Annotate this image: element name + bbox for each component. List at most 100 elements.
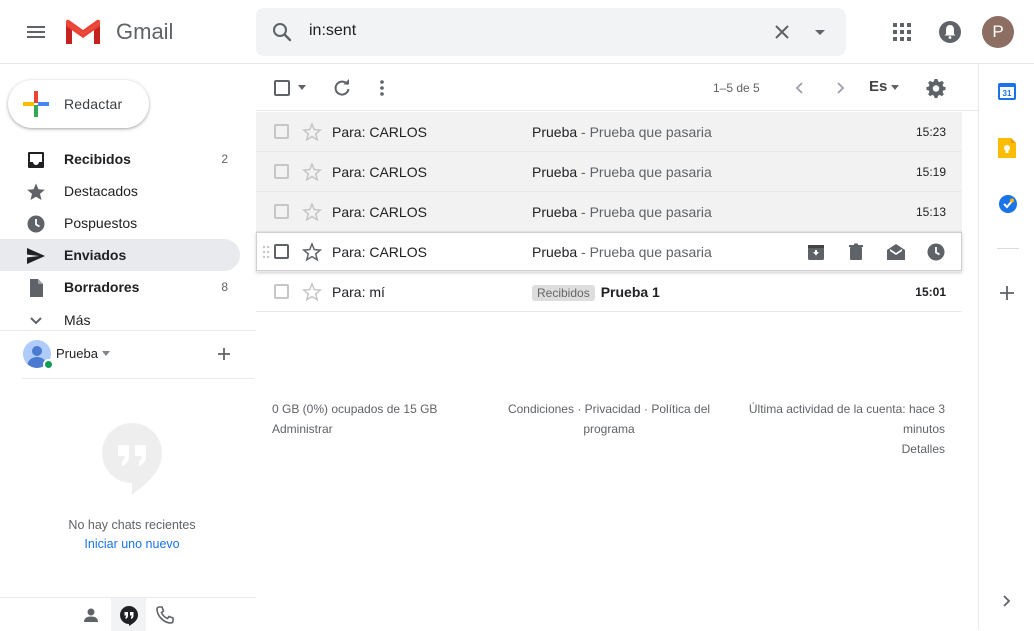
no-chats-message: No hay chats recientes: [68, 518, 196, 532]
message-subject: Prueba 1: [600, 284, 660, 300]
message-row[interactable]: Para: CARLOS Prueba - Prueba que pasaria…: [256, 112, 962, 152]
sidebar-item-starred[interactable]: Destacados: [0, 175, 240, 207]
message-time: 15:01: [915, 285, 946, 299]
delete-trash-icon[interactable]: [846, 242, 866, 262]
chat-user-name[interactable]: Prueba: [56, 346, 98, 361]
status-caret-icon[interactable]: [102, 351, 110, 356]
refresh-icon[interactable]: [332, 78, 352, 98]
more-vert-icon[interactable]: [372, 78, 392, 98]
hangouts-bottom-bar: [0, 597, 256, 631]
new-chat-plus-icon[interactable]: [216, 346, 232, 362]
message-sender: Para: CARLOS: [332, 204, 427, 220]
input-language-button[interactable]: Es: [869, 78, 887, 95]
start-chat-link[interactable]: Iniciar uno nuevo: [0, 537, 264, 551]
row-checkbox[interactable]: [274, 244, 289, 259]
phone-icon[interactable]: [156, 606, 174, 624]
message-snippet: - Prueba que pasaria: [577, 244, 712, 260]
message-row-hovered[interactable]: Para: CARLOS Prueba - Prueba que pasaria: [256, 232, 962, 272]
message-snippet: - Prueba que pasaria: [577, 204, 712, 220]
apps-grid-icon[interactable]: [890, 20, 914, 44]
drag-handle-icon[interactable]: [262, 245, 270, 259]
star-outline-icon[interactable]: [302, 202, 322, 222]
unread-count: 2: [221, 152, 228, 166]
search-bar[interactable]: in:sent: [256, 8, 846, 56]
notifications-bell-icon[interactable]: [937, 19, 963, 45]
contacts-person-icon[interactable]: [82, 606, 100, 624]
message-subject-line: Prueba - Prueba que pasaria: [532, 204, 712, 220]
chevron-left-icon[interactable]: [792, 80, 808, 96]
star-outline-icon[interactable]: [302, 282, 322, 302]
message-sender: Para: mí: [332, 284, 385, 300]
activity-details-link[interactable]: Detalles: [728, 439, 945, 459]
search-options-caret-icon[interactable]: [808, 20, 832, 44]
message-sender: Para: CARLOS: [332, 244, 427, 260]
star-outline-icon[interactable]: [302, 162, 322, 182]
sidebar-item-sent[interactable]: Enviados: [0, 239, 240, 271]
message-subject: Prueba: [532, 164, 578, 180]
message-row[interactable]: Para: CARLOS Prueba - Prueba que pasaria…: [256, 152, 962, 192]
gmail-logo[interactable]: Gmail: [64, 14, 173, 50]
language-caret-icon[interactable]: [891, 85, 899, 90]
draft-icon: [30, 279, 43, 297]
message-time: 15:19: [915, 165, 946, 179]
message-sender: Para: CARLOS: [332, 124, 427, 140]
drafts-count: 8: [221, 280, 228, 294]
select-all-checkbox[interactable]: [274, 80, 290, 96]
row-checkbox[interactable]: [274, 284, 289, 299]
message-row[interactable]: Para: mí Recibidos Prueba 1 15:01: [256, 272, 962, 312]
chevron-right-icon[interactable]: [999, 594, 1013, 608]
row-checkbox[interactable]: [274, 164, 289, 179]
send-icon: [27, 248, 45, 264]
sidebar-item-inbox[interactable]: Recibidos 2: [0, 143, 240, 175]
last-activity-text: Última actividad de la cuenta: hace 3 mi…: [748, 402, 945, 436]
keep-notes-icon[interactable]: [998, 138, 1016, 158]
message-snippet: - Prueba que pasaria: [577, 164, 712, 180]
sidebar-item-drafts[interactable]: Borradores 8: [0, 271, 240, 303]
main-menu-button[interactable]: [20, 16, 52, 48]
message-row[interactable]: Para: CARLOS Prueba - Prueba que pasaria…: [256, 192, 962, 232]
conversations-tab[interactable]: [111, 598, 146, 631]
inbox-icon: [28, 152, 44, 168]
star-icon: [27, 183, 45, 200]
select-options-caret-icon[interactable]: [298, 85, 306, 90]
message-time: 15:23: [915, 125, 946, 139]
account-avatar[interactable]: P: [982, 16, 1014, 48]
search-input[interactable]: in:sent: [309, 22, 356, 40]
sidebar-item-more[interactable]: Más: [0, 304, 240, 336]
message-subject-line: Prueba - Prueba que pasaria: [532, 124, 712, 140]
compose-button[interactable]: Redactar: [8, 80, 149, 128]
star-outline-icon[interactable]: [302, 122, 322, 142]
footer-links: Condiciones · Privacidad · Política del …: [507, 402, 711, 436]
gear-icon[interactable]: [926, 78, 946, 98]
row-checkbox[interactable]: [274, 124, 289, 139]
get-addons-plus-icon[interactable]: [998, 284, 1016, 302]
clear-search-icon[interactable]: [770, 20, 794, 44]
gmail-m-logo-icon: [66, 19, 100, 44]
privacy-link[interactable]: Privacidad: [585, 402, 641, 416]
account-activity: Última actividad de la cuenta: hace 3 mi…: [728, 399, 945, 459]
terms-link[interactable]: Condiciones: [508, 402, 574, 416]
chevron-right-icon[interactable]: [832, 80, 848, 96]
star-outline-icon[interactable]: [302, 242, 322, 262]
logo-text: Gmail: [116, 19, 174, 44]
message-subject-line: Prueba - Prueba que pasaria: [532, 164, 712, 180]
tasks-icon[interactable]: [998, 194, 1018, 214]
manage-storage-link[interactable]: Administrar: [272, 419, 437, 439]
sidebar-item-label: Enviados: [64, 247, 127, 263]
online-status-dot: [43, 359, 54, 370]
side-panel: 31: [978, 64, 1034, 630]
message-sender: Para: CARLOS: [332, 164, 427, 180]
sidebar-item-snoozed[interactable]: Pospuestos: [0, 207, 240, 239]
archive-icon[interactable]: [806, 242, 826, 262]
compose-label: Redactar: [64, 96, 123, 112]
message-time: 15:13: [915, 205, 946, 219]
sidebar-item-label: Borradores: [64, 279, 140, 295]
sidebar-item-label: Pospuestos: [64, 215, 138, 231]
search-icon[interactable]: [270, 20, 294, 44]
snooze-clock-icon[interactable]: [926, 242, 946, 262]
calendar-icon[interactable]: 31: [998, 82, 1016, 100]
svg-text:31: 31: [1003, 89, 1012, 98]
row-checkbox[interactable]: [274, 204, 289, 219]
label-chip[interactable]: Recibidos: [532, 285, 595, 301]
mark-as-unread-icon[interactable]: [886, 242, 906, 262]
